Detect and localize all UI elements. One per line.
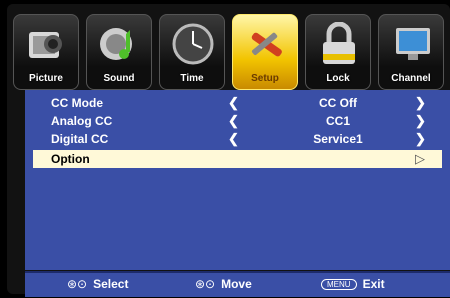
tab-label: Picture — [29, 73, 63, 84]
row-value: Service1 — [313, 132, 363, 146]
tab-label: Setup — [251, 73, 279, 84]
up-down-keys-icon: ⊛⊙ — [67, 277, 88, 291]
key-hint-bar: ⊛⊙ Select ⊛⊙ Move MENU Exit — [25, 271, 450, 297]
tab-label: Channel — [391, 73, 431, 84]
tab-setup[interactable]: Setup — [232, 14, 298, 90]
menu-tab-bar: Picture Sound Time Setup Lock Channel — [11, 10, 450, 90]
clock-icon — [172, 23, 214, 65]
hint-move-label: Move — [221, 277, 252, 291]
row-cc-mode[interactable]: CC Mode ❮ CC Off ❯ — [33, 94, 442, 112]
hint-exit: MENU Exit — [321, 277, 385, 291]
right-arrow-icon[interactable]: ❯ — [415, 131, 426, 147]
tab-label: Sound — [103, 73, 135, 84]
setup-options-panel: CC Mode ❮ CC Off ❯ Analog CC ❮ CC1 ❯ Dig… — [25, 90, 450, 270]
hint-select-label: Select — [93, 277, 129, 291]
tab-label: Time — [180, 73, 204, 84]
row-analog-cc[interactable]: Analog CC ❮ CC1 ❯ — [33, 112, 442, 130]
padlock-icon — [323, 22, 355, 64]
speaker-icon — [100, 28, 132, 60]
row-label: Analog CC — [51, 114, 113, 128]
tab-picture[interactable]: Picture — [13, 14, 79, 90]
hint-select: ⊛⊙ Select — [67, 277, 128, 291]
tab-label: Lock — [326, 73, 350, 84]
row-label: Digital CC — [51, 132, 109, 146]
row-label: CC Mode — [51, 96, 103, 110]
tab-channel[interactable]: Channel — [378, 14, 444, 90]
menu-key-icon: MENU — [321, 279, 357, 290]
left-arrow-icon[interactable]: ❮ — [228, 113, 239, 129]
right-arrow-icon[interactable]: ❯ — [415, 113, 426, 129]
row-digital-cc[interactable]: Digital CC ❮ Service1 ❯ — [33, 130, 442, 148]
hint-move: ⊛⊙ Move — [195, 277, 252, 291]
tools-icon — [251, 32, 282, 57]
left-arrow-icon[interactable]: ❮ — [228, 131, 239, 147]
right-arrow-icon[interactable]: ❯ — [415, 95, 426, 111]
left-arrow-icon[interactable]: ❮ — [228, 95, 239, 111]
row-label: Option — [51, 152, 90, 166]
tab-time[interactable]: Time — [159, 14, 225, 90]
camera-icon — [29, 32, 62, 58]
row-value: CC Off — [319, 96, 357, 110]
tab-sound[interactable]: Sound — [86, 14, 152, 90]
row-value: CC1 — [325, 114, 350, 128]
hint-exit-label: Exit — [362, 277, 385, 291]
row-option[interactable]: Option ▷ — [33, 150, 442, 168]
submenu-arrow-icon[interactable]: ▷ — [415, 151, 425, 167]
left-right-keys-icon: ⊛⊙ — [195, 277, 216, 291]
tab-lock[interactable]: Lock — [305, 14, 371, 90]
monitor-icon — [396, 28, 430, 60]
